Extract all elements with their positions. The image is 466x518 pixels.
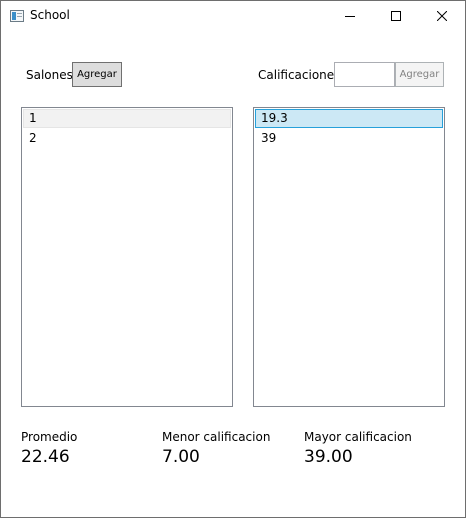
promedio-label: Promedio (21, 430, 78, 444)
mayor-calificacion-label: Mayor calificacion (304, 430, 412, 444)
calificacion-input[interactable] (334, 62, 395, 87)
salon-list-item[interactable]: 1 (23, 109, 231, 128)
salon-list-item[interactable]: 2 (23, 129, 231, 148)
calificacion-list-item[interactable]: 19.3 (255, 109, 443, 128)
close-icon (437, 11, 447, 21)
maximize-icon (391, 11, 401, 21)
mayor-calificacion-value: 39.00 (304, 447, 353, 467)
menor-calificacion-value: 7.00 (162, 447, 200, 467)
app-window: School Salones Agregar Calificaciones Ag… (0, 0, 466, 518)
add-calificacion-button[interactable]: Agregar (395, 62, 444, 87)
app-window-icon (10, 10, 24, 22)
calificaciones-list[interactable]: 19.3 39 (253, 107, 445, 407)
maximize-button[interactable] (373, 1, 419, 31)
calificacion-list-item[interactable]: 39 (255, 129, 443, 148)
window-title: School (30, 8, 70, 22)
title-bar[interactable]: School (1, 1, 465, 31)
calificaciones-label: Calificaciones (258, 68, 341, 82)
minimize-button[interactable] (327, 1, 373, 31)
add-salon-button[interactable]: Agregar (72, 62, 122, 87)
salones-list[interactable]: 1 2 (21, 107, 233, 407)
salones-label: Salones (26, 68, 73, 82)
menor-calificacion-label: Menor calificacion (162, 430, 271, 444)
promedio-value: 22.46 (21, 447, 70, 467)
minimize-icon (345, 16, 355, 17)
close-button[interactable] (419, 1, 465, 31)
